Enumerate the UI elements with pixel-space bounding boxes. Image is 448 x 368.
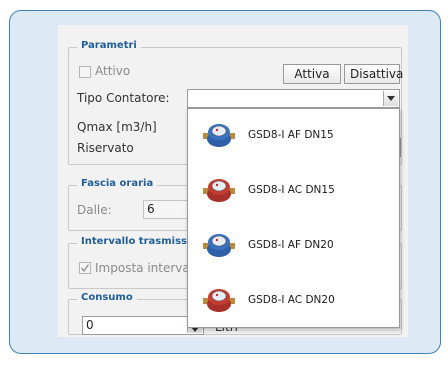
tipo-contatore-dropdown-list: GSD8-I AF DN15 GSD8-I AC DN15 GSD8-I AF … [187, 108, 400, 328]
dropdown-option-gsd8-ac-dn15[interactable]: GSD8-I AC DN15 [188, 164, 399, 219]
qmax-label: Qmax [m3/h] [77, 120, 157, 134]
tipo-contatore-label: Tipo Contatore: [77, 91, 170, 105]
chevron-down-icon[interactable] [383, 91, 398, 106]
dropdown-option-gsd8-af-dn20[interactable]: GSD8-I AF DN20 [188, 219, 399, 274]
imposta-intervallo-checkbox[interactable] [79, 262, 91, 274]
attivo-label: Attivo [95, 64, 131, 78]
dalle-value: 6 [147, 202, 155, 216]
consumo-value: 0 [86, 318, 94, 332]
tipo-contatore-select[interactable] [187, 89, 400, 108]
fascia-oraria-legend: Fascia oraria [77, 177, 158, 191]
disattiva-button[interactable]: Disattiva [344, 64, 403, 84]
red-water-meter-icon [203, 179, 235, 202]
consumo-legend: Consumo [77, 291, 137, 305]
option-label: GSD8-I AC DN20 [248, 294, 335, 306]
attivo-checkbox[interactable] [79, 66, 91, 78]
dropdown-option-gsd8-ac-dn20[interactable]: GSD8-I AC DN20 [188, 274, 399, 329]
attiva-button[interactable]: Attiva [283, 64, 341, 84]
intervallo-legend: Intervallo trasmissi [77, 235, 195, 249]
red-water-meter-icon [203, 289, 235, 312]
blue-water-meter-icon [203, 234, 235, 257]
option-label: GSD8-I AC DN15 [248, 184, 335, 196]
option-label: GSD8-I AF DN15 [248, 129, 334, 141]
consumo-input[interactable]: 0 [82, 316, 204, 335]
dalle-label: Dalle: [77, 203, 112, 217]
imposta-intervallo-label: Imposta interval [95, 261, 194, 275]
dalle-input[interactable]: 6 [143, 200, 191, 219]
blue-water-meter-icon [203, 124, 235, 147]
riservato-label: Riservato [77, 141, 134, 155]
option-label: GSD8-I AF DN20 [248, 239, 334, 251]
parametri-legend: Parametri [77, 39, 141, 53]
checkmark-icon [80, 264, 90, 273]
dropdown-option-gsd8-af-dn15[interactable]: GSD8-I AF DN15 [188, 109, 399, 164]
